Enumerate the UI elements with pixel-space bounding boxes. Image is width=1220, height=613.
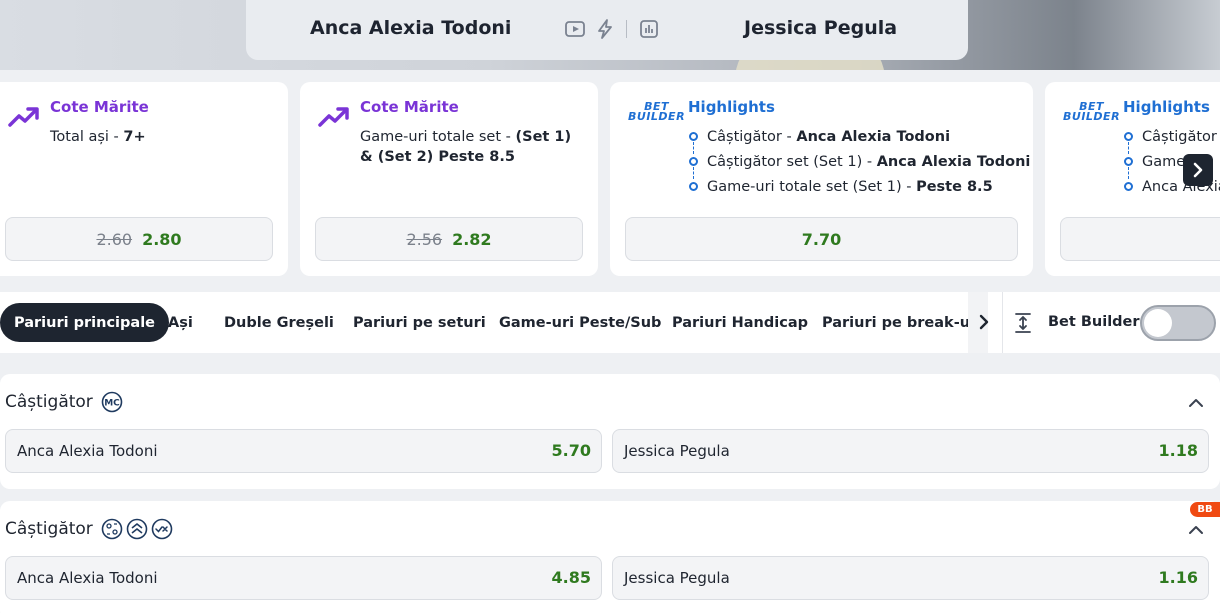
promo-odds-button[interactable]: 7.70 <box>625 217 1018 261</box>
promo-card-2[interactable]: Cote Mărite Game-uri totale set - (Set 1… <box>300 82 598 276</box>
chevrons-up-icon <box>126 518 148 540</box>
market-tabs: Pariuri principale Ași Duble Greșeli Par… <box>0 292 1220 353</box>
boosted-odds: 2.80 <box>142 229 182 249</box>
trending-up-icon <box>8 107 39 127</box>
list-item: Câștigător set (Set 1) - Anca Alexia Tod… <box>689 152 1030 179</box>
bullet-dot-icon <box>1124 132 1133 141</box>
bullet-dot-icon <box>1124 182 1133 191</box>
check-x-icon <box>151 518 173 540</box>
bullet-dot-icon <box>689 132 698 141</box>
carousel-next-button[interactable] <box>1183 154 1213 186</box>
promo-odds-button[interactable]: 2.56 2.82 <box>315 217 583 261</box>
stats-chart-icon[interactable] <box>638 18 660 40</box>
boosted-odds: 2.82 <box>452 229 492 249</box>
toggle-knob <box>1144 309 1172 337</box>
tab-pariuri-principale[interactable]: Pariuri principale <box>0 303 169 342</box>
list-item: Câștigător - Anca Alexia Todoni <box>689 127 1030 154</box>
tab-game-uri-peste-sub[interactable]: Game-uri Peste/Sub <box>499 303 661 342</box>
promo-description: Total ași - 7+ <box>50 129 146 145</box>
list-item: Câștigător s <box>1124 127 1220 154</box>
match-bar: Anca Alexia Todoni Jessica Pegula <box>246 0 968 60</box>
bullet-dot-icon <box>689 182 698 191</box>
promo-type: Highlights <box>688 98 775 116</box>
selection-odds: 5.70 <box>551 441 591 460</box>
selection-odds: 1.16 <box>1158 568 1198 587</box>
selection-button[interactable]: Jessica Pegula 1.16 <box>612 556 1209 600</box>
tab-pariuri-pe-seturi[interactable]: Pariuri pe seturi <box>353 303 486 342</box>
expand-vertical-icon[interactable] <box>1014 312 1032 334</box>
market-title: Câștigător <box>5 392 93 412</box>
promo-type: Cote Mărite <box>50 98 149 116</box>
chevron-right-icon <box>1193 162 1203 178</box>
team-a-name: Anca Alexia Todoni <box>310 17 512 39</box>
selection-name: Jessica Pegula <box>624 442 730 460</box>
old-odds: 2.56 <box>406 229 443 249</box>
bullet-dot-icon <box>689 157 698 166</box>
lightning-icon[interactable] <box>594 18 616 40</box>
promo-type: Cote Mărite <box>360 98 459 116</box>
selection-odds: 4.85 <box>551 568 591 587</box>
bet-builder-logo: BET BUILDER <box>1063 100 1121 123</box>
promo-odds-button[interactable] <box>1060 217 1220 261</box>
market-castigator: Câștigător MC Anca Alexia Todoni 5.70 Je… <box>0 374 1220 489</box>
promo-card-1[interactable]: Cote Mărite Total ași - 7+ 2.60 2.80 <box>0 82 288 276</box>
bet-builder-label: Bet Builder <box>1048 314 1140 330</box>
header-separator <box>626 20 627 38</box>
chevron-up-icon[interactable] <box>1187 521 1205 539</box>
selection-odds: 1.18 <box>1158 441 1198 460</box>
sets-icon <box>101 518 123 540</box>
highlights-list: Câștigător - Anca Alexia Todoni Câștigăt… <box>689 127 1030 202</box>
promo-odds-button[interactable]: 2.60 2.80 <box>5 217 273 261</box>
market-castigator-bet-builder: Câștigător Anca Alexia Todoni 4.85 Jessi… <box>0 501 1220 613</box>
bet-builder-badge: BB <box>1190 502 1220 517</box>
chevron-right-icon[interactable] <box>976 312 992 332</box>
chevron-up-icon[interactable] <box>1187 394 1205 412</box>
tab-asi[interactable]: Ași <box>168 303 193 342</box>
tab-pariuri-handicap[interactable]: Pariuri Handicap <box>672 303 808 342</box>
mc-badge-icon: MC <box>101 391 123 413</box>
selection-name: Jessica Pegula <box>624 569 730 587</box>
bullet-dot-icon <box>1124 157 1133 166</box>
bet-builder-toggle[interactable] <box>1140 305 1216 341</box>
svg-text:MC: MC <box>104 399 120 409</box>
list-item: Game-uri totale set (Set 1) - Peste 8.5 <box>689 177 1030 202</box>
bet-builder-logo: BET BUILDER <box>628 100 686 123</box>
selection-name: Anca Alexia Todoni <box>17 569 158 587</box>
selection-name: Anca Alexia Todoni <box>17 442 158 460</box>
promo-type: Highlights <box>1123 98 1210 116</box>
tabs-separator <box>1002 292 1003 353</box>
old-odds: 2.60 <box>96 229 133 249</box>
trending-up-icon <box>318 107 349 127</box>
tab-pariuri-pe-break-uri[interactable]: Pariuri pe break-uri <box>822 303 982 342</box>
play-video-icon[interactable] <box>564 18 586 40</box>
promo-description: Game-uri totale set - (Set 1) & (Set 2) … <box>360 129 572 165</box>
tab-duble-greseli[interactable]: Duble Greșeli <box>224 303 334 342</box>
market-title: Câștigător <box>5 519 93 539</box>
promo-card-3[interactable]: BET BUILDER Highlights Câștigător - Anca … <box>610 82 1033 276</box>
selection-button[interactable]: Jessica Pegula 1.18 <box>612 429 1209 473</box>
selection-button[interactable]: Anca Alexia Todoni 4.85 <box>5 556 602 600</box>
selection-button[interactable]: Anca Alexia Todoni 5.70 <box>5 429 602 473</box>
promo-odds: 7.70 <box>801 229 842 249</box>
team-b-name: Jessica Pegula <box>744 17 898 39</box>
